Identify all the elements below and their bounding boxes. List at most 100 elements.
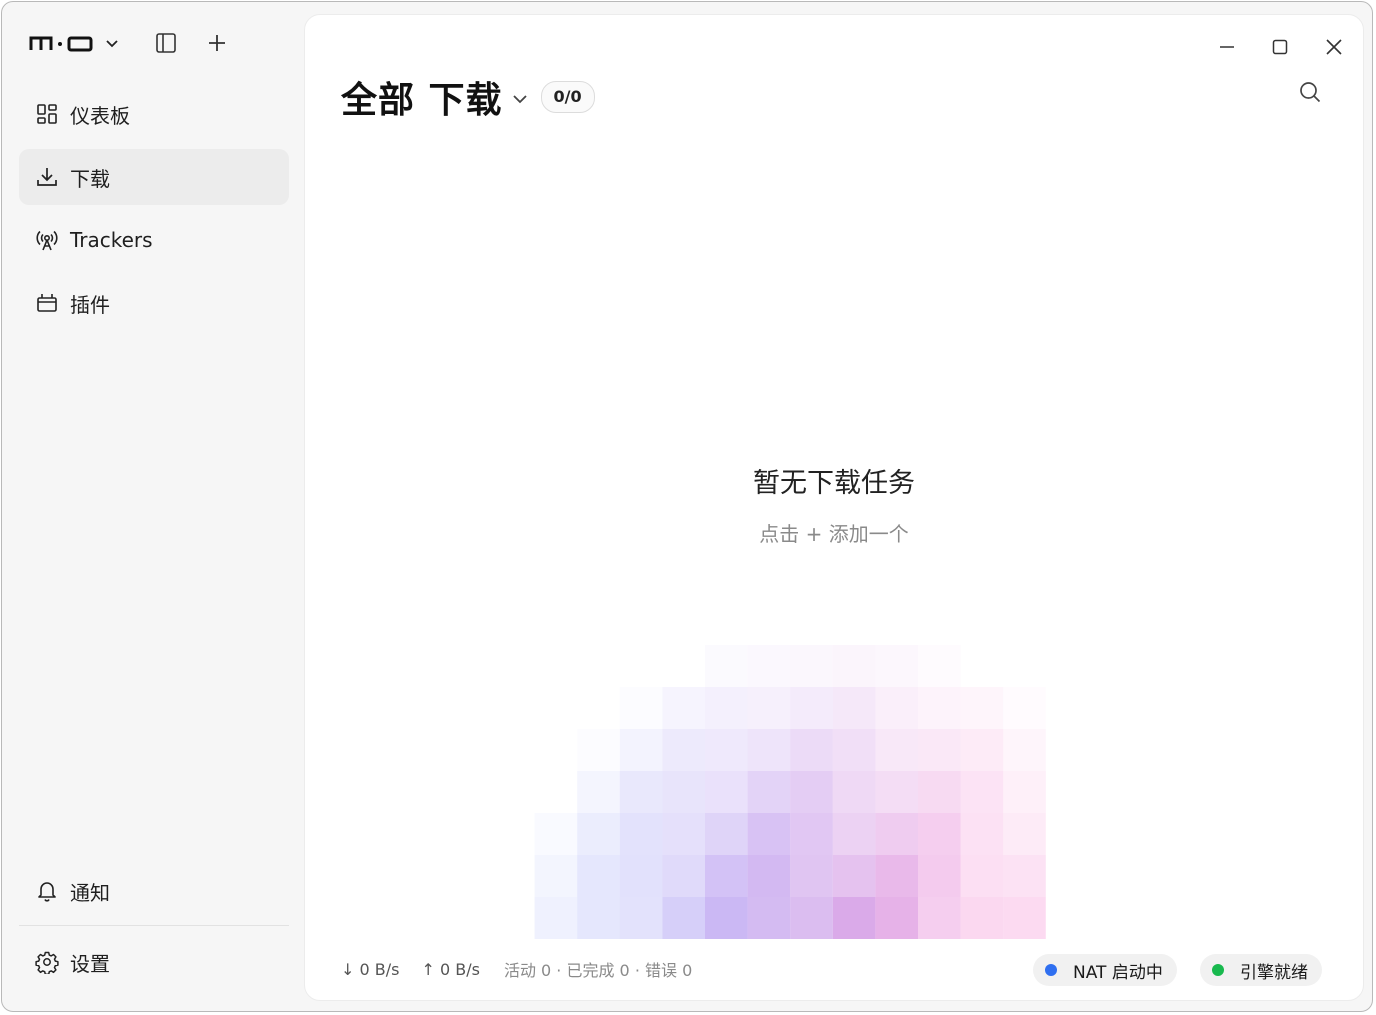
close-button[interactable] <box>1320 33 1348 61</box>
gradient-tile <box>747 771 791 813</box>
gradient-tile <box>1003 813 1046 855</box>
download-icon <box>34 164 60 190</box>
toggle-sidebar-button[interactable] <box>154 31 178 55</box>
gradient-tile <box>662 855 705 897</box>
gradient-tile <box>960 729 1004 771</box>
gradient-tile <box>918 813 961 855</box>
gradient-tile <box>918 645 961 687</box>
sidebar-item-notifications[interactable]: 通知 <box>19 863 289 919</box>
gradient-tile <box>918 897 961 939</box>
gradient-tile <box>1003 729 1046 771</box>
gradient-tile <box>662 687 705 729</box>
sidebar-item-label: Trackers <box>70 228 153 252</box>
engine-status-badge[interactable]: 引擎就绪 <box>1200 954 1322 986</box>
add-task-button[interactable] <box>205 31 229 55</box>
gradient-tile <box>790 645 833 687</box>
gradient-tile <box>747 687 791 729</box>
gradient-tile <box>832 813 876 855</box>
sidebar-item-label: 设置 <box>70 951 110 976</box>
upload-speed: ↑ 0 B/s <box>421 959 480 979</box>
gradient-tile <box>662 897 705 939</box>
gradient-tile <box>1003 771 1046 813</box>
minimize-icon <box>1220 46 1234 48</box>
gradient-tile <box>832 687 876 729</box>
sidebar-item-settings[interactable]: 设置 <box>19 934 289 990</box>
gradient-tile <box>705 855 748 897</box>
sidebar-item-label: 通知 <box>70 880 110 905</box>
gradient-tile <box>960 687 1004 729</box>
empty-state-subtitle: 点击 + 添加一个 <box>759 522 909 546</box>
gradient-tile <box>662 813 705 855</box>
gradient-tile <box>960 813 1004 855</box>
gradient-tile <box>875 645 918 687</box>
search-button[interactable] <box>1295 77 1325 107</box>
engine-status-label: 引擎就绪 <box>1240 962 1308 983</box>
empty-state-illustration <box>534 645 1046 939</box>
gradient-tile <box>1003 687 1046 729</box>
gradient-tile <box>619 855 663 897</box>
gradient-tile <box>705 771 748 813</box>
gradient-tile <box>918 687 961 729</box>
gradient-tile <box>747 729 791 771</box>
gradient-tile <box>960 855 1004 897</box>
gradient-tile <box>662 729 705 771</box>
gradient-tile <box>875 687 918 729</box>
nat-status-badge[interactable]: NAT 启动中 <box>1033 954 1177 986</box>
app-logo-icon <box>29 36 93 52</box>
filter-dropdown-toggle[interactable] <box>511 90 529 108</box>
maximize-button[interactable] <box>1266 33 1294 61</box>
gradient-tile <box>875 855 918 897</box>
gradient-tile <box>705 645 748 687</box>
gradient-tile <box>534 855 578 897</box>
gradient-tile <box>662 771 705 813</box>
plus-icon <box>209 35 225 51</box>
sidebar-item-plugins[interactable]: 插件 <box>19 275 289 331</box>
minimize-button[interactable] <box>1213 33 1241 61</box>
gradient-tile <box>619 897 663 939</box>
app-logo-menu[interactable] <box>29 30 119 56</box>
sidebar-item-label: 下载 <box>70 166 110 191</box>
gradient-tile <box>960 897 1004 939</box>
gear-icon <box>34 949 60 975</box>
sidebar-item-dashboard[interactable]: 仪表板 <box>19 86 289 142</box>
sidebar-item-trackers[interactable]: Trackers <box>19 212 289 268</box>
gradient-tile <box>875 729 918 771</box>
gradient-tile <box>577 813 620 855</box>
gradient-tile <box>747 855 791 897</box>
gradient-tile <box>832 645 876 687</box>
gradient-tile <box>747 813 791 855</box>
download-speed: ↓ 0 B/s <box>341 959 400 979</box>
page-title[interactable]: 全部 下载 <box>341 71 503 123</box>
gradient-tile <box>534 813 578 855</box>
nat-status-label: NAT 启动中 <box>1073 962 1163 983</box>
gradient-tile <box>705 897 748 939</box>
gradient-tile <box>705 687 748 729</box>
gradient-tile <box>875 897 918 939</box>
status-bar: ↓ 0 B/s ↑ 0 B/s 活动 0 · 已完成 0 · 错误 0 <box>341 957 692 981</box>
gradient-tile <box>790 855 833 897</box>
gradient-tile <box>960 771 1004 813</box>
gradient-tile <box>620 687 663 729</box>
search-icon <box>1300 82 1321 103</box>
gradient-tile <box>705 813 748 855</box>
gradient-tile <box>534 897 578 939</box>
gradient-tile <box>619 771 663 813</box>
app-window: 仪表板 下载 Trackers 插件 通知 设置 全部 下载 0/0 暂无下载任… <box>1 1 1373 1012</box>
sidebar-item-label: 插件 <box>70 292 110 317</box>
sidebar-item-downloads[interactable]: 下载 <box>19 149 289 205</box>
gradient-tile <box>790 729 833 771</box>
gradient-tile <box>577 771 620 813</box>
main-panel: 全部 下载 0/0 暂无下载任务 点击 + 添加一个 ↓ 0 B/s ↑ 0 B… <box>304 14 1364 1001</box>
gradient-tile <box>832 729 876 771</box>
bell-icon <box>34 878 60 904</box>
gradient-tile <box>790 897 833 939</box>
gradient-tile <box>747 645 791 687</box>
gradient-tile <box>918 771 961 813</box>
task-count-badge: 0/0 <box>540 81 595 113</box>
chevron-down-icon <box>106 40 118 48</box>
tracker-antenna-icon <box>34 227 60 253</box>
maximize-icon <box>1272 39 1288 55</box>
gradient-tile <box>875 771 918 813</box>
gradient-tile <box>577 729 620 771</box>
gradient-tile <box>1003 855 1046 897</box>
